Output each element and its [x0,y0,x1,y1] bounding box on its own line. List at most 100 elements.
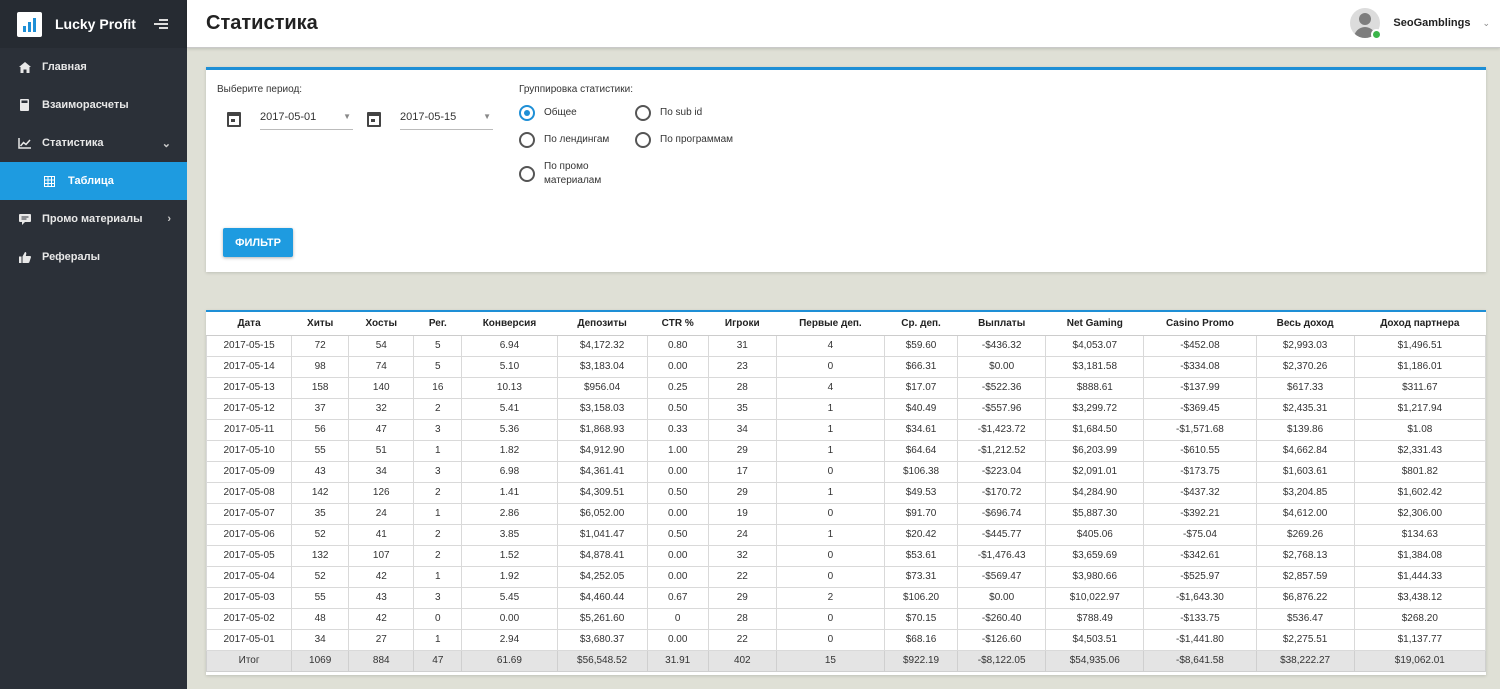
radio-by-landings[interactable]: По лендингам [519,132,609,148]
column-header[interactable]: Игроки [708,312,777,336]
total-cell: 47 [413,649,463,672]
radio-circle [635,132,651,148]
table-cell: 1 [775,418,885,441]
column-header[interactable]: Хосты [348,312,414,336]
column-header[interactable]: CTR % [647,312,709,336]
sidebar-item-label: Таблица [68,175,114,187]
table-cell: $2,370.26 [1255,355,1355,378]
table-cell: $4,252.05 [556,565,648,588]
table-cell: -$369.45 [1143,397,1257,420]
table-cell: $956.04 [556,376,648,399]
table-row: 2017-05-09 43 34 3 6.98 $4,361.41 0.00 17 0 $106.… [205,460,1487,483]
table-cell: 1.41 [461,481,558,504]
table-cell: 1.82 [461,439,558,462]
table-cell: 98 [291,355,350,378]
radio-by-programs[interactable]: По программам [635,132,733,148]
table-cell: 5.41 [461,397,558,420]
table-cell: 1.00 [646,439,709,462]
table-cell: 54 [348,334,415,357]
table-cell: 140 [348,376,415,399]
sidebar-item-statistics[interactable]: Статистика ⌄ [0,124,187,162]
total-cell: Итог [205,649,293,672]
table-cell: $6,052.00 [556,502,648,525]
table-cell: 1 [413,565,463,588]
app-name: Lucky Profit [55,16,136,32]
radio-by-subid[interactable]: По sub id [635,105,702,121]
table-cell: -$522.36 [957,376,1047,399]
filter-panel: Выберите период: 2017-05-01 ▼ 2017-05-15… [206,67,1486,272]
column-header[interactable]: Первые деп. [776,312,885,336]
radio-by-promo[interactable]: По промо материалам [519,159,614,188]
topbar: Статистика SeoGamblings ⌄ [187,0,1500,48]
column-header[interactable]: Дата [206,312,292,336]
table-cell: 43 [291,460,350,483]
column-header[interactable]: Весь доход [1256,312,1355,336]
radio-label: По sub id [660,107,703,118]
table-cell: $4,503.51 [1045,628,1145,651]
column-header[interactable]: Конверсия [461,312,557,336]
table-cell: $801.82 [1353,460,1487,483]
column-header[interactable]: Net Gaming [1045,312,1144,336]
user-menu[interactable]: SeoGamblings ⌄ [1350,8,1490,40]
table-cell: 22 [707,628,777,651]
table-cell: $2,993.03 [1255,334,1355,357]
column-header[interactable]: Депозиты [557,312,648,336]
radio-circle [635,105,651,121]
chevron-right-icon: › [167,213,171,225]
filter-button[interactable]: ФИЛЬТР [223,228,293,257]
table-cell: 24 [707,523,777,546]
date-from-group: 2017-05-01 ▼ [227,108,353,130]
radio-general[interactable]: Общее [519,105,577,121]
table-cell: $1,602.42 [1353,481,1487,504]
total-cell: $54,935.06 [1045,649,1145,672]
table-cell: 0.50 [646,397,709,420]
column-header[interactable]: Ср. деп. [884,312,958,336]
table-cell: 0.00 [646,628,709,651]
table-cell: 42 [348,607,415,630]
column-header[interactable]: Выплаты [957,312,1046,336]
table-cell: 2017-05-09 [205,460,293,483]
table-cell: 2 [413,397,463,420]
sidebar-item-label: Взаиморасчеты [42,99,129,111]
table-cell: $2,306.00 [1353,502,1487,525]
sidebar-item-settlements[interactable]: Взаиморасчеты [0,86,187,124]
logo-icon [17,11,42,37]
column-header[interactable]: Доход партнера [1354,312,1486,336]
table-cell: $106.38 [883,460,959,483]
table-cell: 16 [413,376,463,399]
column-header[interactable]: Рег. [413,312,462,336]
sidebar-item-home[interactable]: Главная [0,48,187,86]
table-cell: 2 [413,523,463,546]
table-row: 2017-05-02 48 42 0 0.00 $5,261.60 0 28 0 $70.15 -$… [205,607,1487,630]
promo-icon [18,213,31,226]
date-from-input[interactable]: 2017-05-01 ▼ [260,108,353,130]
table-cell: 0.50 [646,523,709,546]
table-cell: 19 [707,502,777,525]
table-cell: $2,331.43 [1353,439,1487,462]
table-cell: 0 [775,628,885,651]
calendar-icon [227,111,241,127]
table-cell: $59.60 [883,334,959,357]
sidebar-item-promo[interactable]: Промо материалы › [0,200,187,238]
table-icon [43,175,56,188]
table-cell: $5,261.60 [556,607,648,630]
radio-circle [519,132,535,148]
table-cell: -$334.08 [1143,355,1257,378]
table-cell: $134.63 [1353,523,1487,546]
table-cell: 34 [707,418,777,441]
total-cell: $38,222.27 [1255,649,1355,672]
radio-label: Общее [544,107,577,118]
date-to-input[interactable]: 2017-05-15 ▼ [400,108,493,130]
column-header[interactable]: Хиты [291,312,349,336]
sidebar-item-table[interactable]: Таблица [0,162,187,200]
column-header[interactable]: Casino Promo [1143,312,1257,336]
sidebar-collapse-icon[interactable] [154,18,168,30]
table-cell: 55 [291,586,350,609]
table-cell: 1 [413,628,463,651]
table-cell: 2017-05-12 [205,397,293,420]
table-cell: $2,768.13 [1255,544,1355,567]
table-cell: $269.26 [1255,523,1355,546]
sidebar-item-referrals[interactable]: Рефералы [0,238,187,276]
table-cell: $405.06 [1045,523,1145,546]
online-status-icon [1371,29,1383,40]
